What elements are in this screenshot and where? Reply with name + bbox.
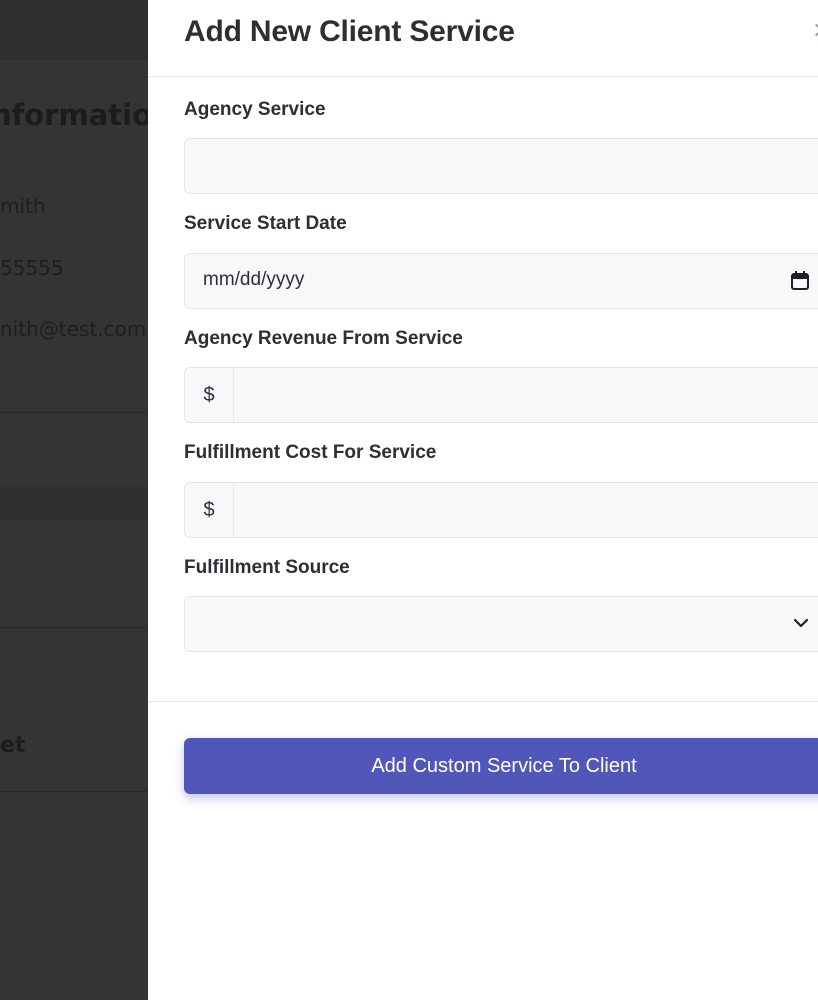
revenue-label: Agency Revenue From Service [184, 328, 463, 349]
backdrop-phone-text: 55555 [0, 256, 64, 280]
page-backdrop: Informatio mith 55555 nith@test.com et [0, 0, 148, 1000]
backdrop-topbar [0, 0, 148, 60]
backdrop-divider [0, 412, 148, 413]
fulfillment-source-label: Fulfillment Source [184, 557, 350, 578]
agency-service-input[interactable] [184, 138, 818, 194]
chevron-down-icon [793, 618, 809, 628]
modal-title: Add New Client Service [184, 15, 515, 48]
start-date-placeholder: mm/dd/yyyy [203, 269, 305, 290]
fulfillment-source-select[interactable] [184, 596, 818, 652]
backdrop-section-heading: Informatio [0, 98, 148, 132]
currency-prefix: $ [185, 368, 234, 422]
currency-prefix: $ [185, 483, 234, 537]
start-date-label: Service Start Date [184, 213, 347, 234]
modal-header: Add New Client Service × [148, 0, 818, 77]
backdrop-email-text: nith@test.com [0, 317, 147, 341]
modal-footer-divider [148, 701, 818, 702]
add-custom-service-button[interactable]: Add Custom Service To Client [184, 738, 818, 794]
backdrop-section-heading-2: et [0, 733, 26, 758]
backdrop-name-text: mith [0, 194, 46, 218]
backdrop-divider [0, 627, 148, 628]
calendar-icon[interactable] [791, 271, 809, 290]
close-icon[interactable]: × [812, 18, 818, 43]
add-client-service-modal: Add New Client Service × Agency Service … [148, 0, 818, 1000]
backdrop-band [0, 486, 148, 520]
cost-input-group[interactable]: $ [184, 482, 818, 538]
agency-service-label: Agency Service [184, 99, 326, 120]
cost-label: Fulfillment Cost For Service [184, 442, 437, 463]
revenue-input-group[interactable]: $ [184, 367, 818, 423]
start-date-input[interactable]: mm/dd/yyyy [184, 253, 818, 309]
backdrop-divider [0, 791, 148, 792]
